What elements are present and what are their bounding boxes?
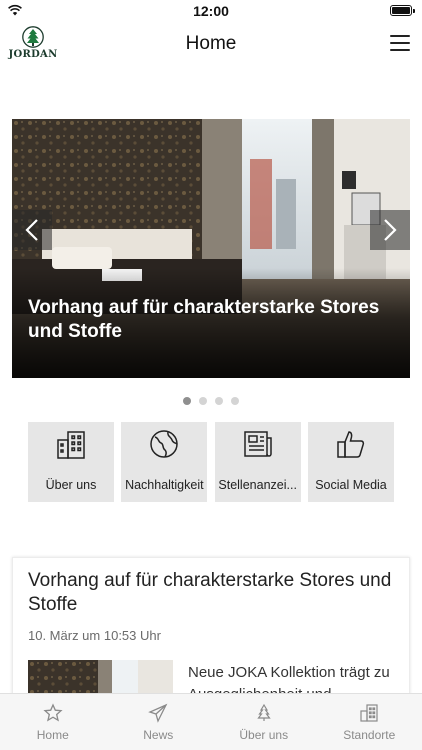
- page-dot-4[interactable]: [231, 397, 239, 405]
- carousel-prev-button[interactable]: [12, 210, 52, 250]
- tab-label: Standorte: [343, 728, 396, 742]
- menu-line: [390, 49, 410, 51]
- tab-home[interactable]: Home: [0, 694, 106, 750]
- news-date: 10. März um 10:53 Uhr: [28, 628, 161, 643]
- status-time: 12:00: [193, 3, 229, 19]
- status-bar: 12:00: [0, 0, 422, 24]
- tab-bar: Home News Über uns Standorte: [0, 693, 422, 750]
- tab-label: News: [143, 728, 174, 742]
- hamburger-menu-icon[interactable]: [390, 35, 410, 51]
- tile-social-media[interactable]: Social Media: [307, 422, 394, 502]
- image-carousel[interactable]: Vorhang auf für charakterstarke Stores u…: [12, 119, 410, 378]
- page-dot-3[interactable]: [215, 397, 223, 405]
- tile-label: Stellenanzei...: [218, 478, 297, 492]
- news-title: Vorhang auf für charakterstarke Stores u…: [28, 570, 392, 615]
- tab-standorte[interactable]: Standorte: [317, 694, 422, 750]
- carousel-next-button[interactable]: [370, 210, 410, 250]
- building-icon: [57, 431, 85, 459]
- quick-links: Über uns Nachhaltigkeit Stellenanzei...: [28, 422, 394, 502]
- slide-caption: Vorhang auf für charakterstarke Stores u…: [28, 297, 380, 342]
- page-dot-1[interactable]: [183, 397, 191, 405]
- page-title: Home: [185, 33, 237, 54]
- thumbs-up-icon: [337, 431, 365, 458]
- chevron-right-icon: [384, 219, 397, 241]
- battery-icon: [390, 5, 415, 16]
- tab-news[interactable]: News: [106, 694, 212, 750]
- tab-label: Über uns: [239, 728, 289, 742]
- newspaper-icon: [243, 431, 272, 457]
- menu-line: [390, 35, 410, 37]
- tab-ueber-uns[interactable]: Über uns: [211, 694, 317, 750]
- carousel-page-indicator: [0, 397, 422, 407]
- menu-line: [390, 42, 410, 44]
- tile-label: Nachhaltigkeit: [125, 478, 204, 492]
- battery-level: [392, 7, 410, 14]
- nav-bar: JORDAN Home: [0, 24, 422, 68]
- tile-ueber-uns[interactable]: Über uns: [28, 422, 114, 502]
- building-icon: [360, 704, 378, 722]
- tree-icon: [257, 703, 271, 721]
- tile-label: Über uns: [45, 478, 97, 492]
- chevron-left-icon: [25, 219, 38, 241]
- tile-nachhaltigkeit[interactable]: Nachhaltigkeit: [121, 422, 208, 502]
- tile-label: Social Media: [315, 478, 387, 492]
- page-dot-2[interactable]: [199, 397, 207, 405]
- tab-label: Home: [36, 728, 69, 742]
- tile-stellenanzeigen[interactable]: Stellenanzei...: [214, 422, 301, 502]
- paper-plane-icon: [148, 703, 168, 723]
- star-icon: [43, 703, 63, 722]
- globe-icon: [150, 430, 179, 458]
